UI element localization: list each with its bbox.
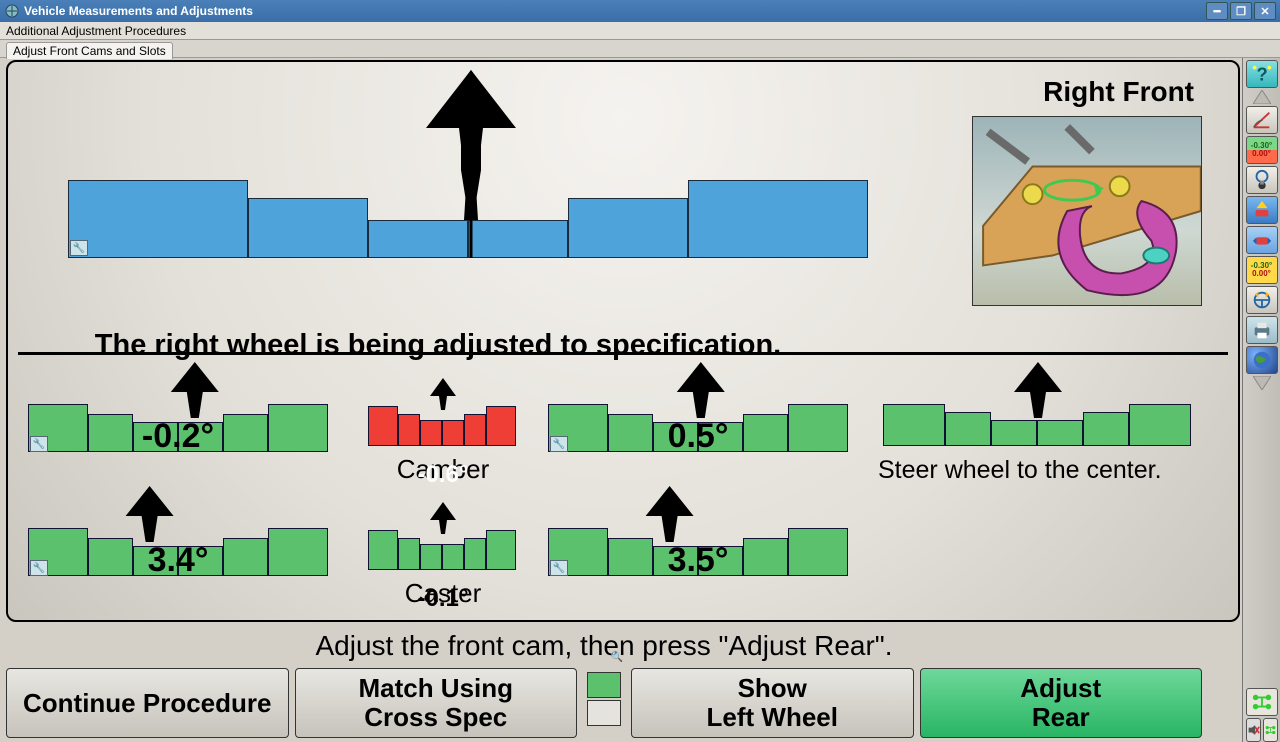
caster-left-value: 3.4° xyxy=(28,541,328,580)
zoom-icon: 🔍 xyxy=(611,652,623,663)
continue-procedure-button[interactable]: Continue Procedure xyxy=(6,668,289,738)
adjust-rear-button[interactable]: Adjust Rear xyxy=(920,668,1203,738)
side-tool-axle-green[interactable] xyxy=(1246,688,1278,716)
gauge-camber-cross: -0.6° Camber xyxy=(368,388,518,485)
menubar-item-additional[interactable]: Additional Adjustment Procedures xyxy=(0,22,1280,40)
side-tool-steering[interactable] xyxy=(1246,286,1278,314)
help-button[interactable]: ? xyxy=(1246,60,1278,88)
wrench-icon: 🔧 xyxy=(70,240,88,256)
tab-adjust-front-cams[interactable]: Adjust Front Cams and Slots xyxy=(6,42,173,59)
suspension-3d-image xyxy=(972,116,1202,306)
side-tool-printer[interactable] xyxy=(1246,316,1278,344)
main-adjustment-gauge: 🔧 xyxy=(68,178,873,258)
scroll-up-icon[interactable] xyxy=(1253,90,1271,104)
maximize-button[interactable]: ❐ xyxy=(1230,2,1252,20)
mute-icon[interactable] xyxy=(1246,718,1261,742)
gauge-steer xyxy=(883,364,1193,446)
gauge-caster-cross: -0.1° Caster xyxy=(368,512,518,609)
svg-text:?: ? xyxy=(1256,63,1267,84)
side-tool-values-2[interactable]: -0.30° 0.00° xyxy=(1246,256,1278,284)
caster-right-value: 3.5° xyxy=(548,541,848,580)
app-icon xyxy=(4,3,20,19)
gauge-camber-right: 🔧 0.5° xyxy=(548,364,848,452)
show-left-wheel-button[interactable]: Show Left Wheel xyxy=(631,668,914,738)
tab-row: Adjust Front Cams and Slots xyxy=(0,40,1280,58)
side-tool-angle[interactable] xyxy=(1246,106,1278,134)
swatch-grey[interactable] xyxy=(587,700,621,726)
side-tool-car-width[interactable] xyxy=(1246,226,1278,254)
side-toolbar: ? -0.30° 0.00° -0.30° 0.00° xyxy=(1242,58,1280,742)
side-tool-car-up[interactable] xyxy=(1246,196,1278,224)
window-titlebar: Vehicle Measurements and Adjustments ━ ❐… xyxy=(0,0,1280,22)
minimize-button[interactable]: ━ xyxy=(1206,2,1228,20)
camber-right-value: 0.5° xyxy=(548,417,848,456)
side-tool-values-1[interactable]: -0.30° 0.00° xyxy=(1246,136,1278,164)
camber-cross-value: -0.6° xyxy=(368,461,518,489)
gauge-caster-right: 🔧 3.5° xyxy=(548,488,848,576)
gauge-camber-left: 🔧 -0.2° xyxy=(28,364,328,452)
side-tool-globe[interactable] xyxy=(1246,346,1278,374)
wheel-position-label: Right Front xyxy=(1043,76,1194,108)
steer-message: Steer wheel to the center. xyxy=(878,456,1162,485)
instruction-text: Adjust the front cam, then press "Adjust… xyxy=(6,630,1202,664)
camber-left-value: -0.2° xyxy=(28,417,328,456)
close-button[interactable]: ✕ xyxy=(1254,2,1276,20)
main-panel-frame: Right Front xyxy=(6,60,1240,622)
side-tool-wheel[interactable] xyxy=(1246,166,1278,194)
spec-color-toggle[interactable]: 🔍 xyxy=(583,668,625,738)
caster-cross-value: -0.1° xyxy=(368,585,518,613)
side-tool-axle-small[interactable] xyxy=(1263,718,1278,742)
window-title: Vehicle Measurements and Adjustments xyxy=(24,4,1206,18)
adjustment-message: The right wheel is being adjusted to spe… xyxy=(38,329,838,362)
scroll-down-icon[interactable] xyxy=(1253,376,1271,390)
match-cross-spec-button[interactable]: Match Using Cross Spec xyxy=(295,668,578,738)
indicator-arrow-main xyxy=(421,70,521,220)
gauge-caster-left: 🔧 3.4° xyxy=(28,488,328,576)
swatch-green[interactable] xyxy=(587,672,621,698)
divider xyxy=(18,352,1228,355)
